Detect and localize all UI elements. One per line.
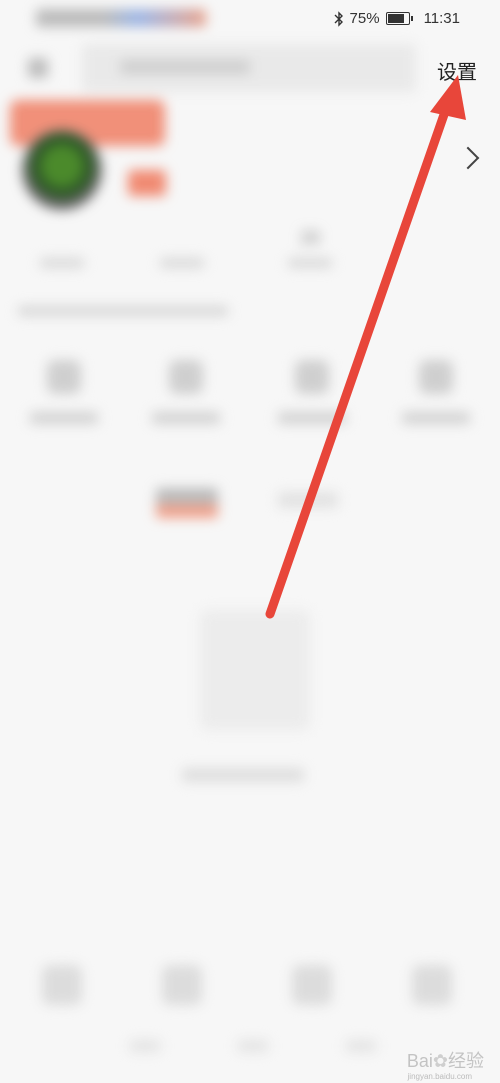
paw-icon: ✿ xyxy=(432,1051,448,1071)
watermark-brand: Bai xyxy=(406,1051,433,1071)
watermark-logo: Bai✿经验 xyxy=(407,1047,484,1073)
watermark-url: jingyan.baidu.com xyxy=(407,1072,472,1081)
watermark-suffix: 经验 xyxy=(448,1051,484,1071)
annotation-arrow xyxy=(265,75,466,619)
